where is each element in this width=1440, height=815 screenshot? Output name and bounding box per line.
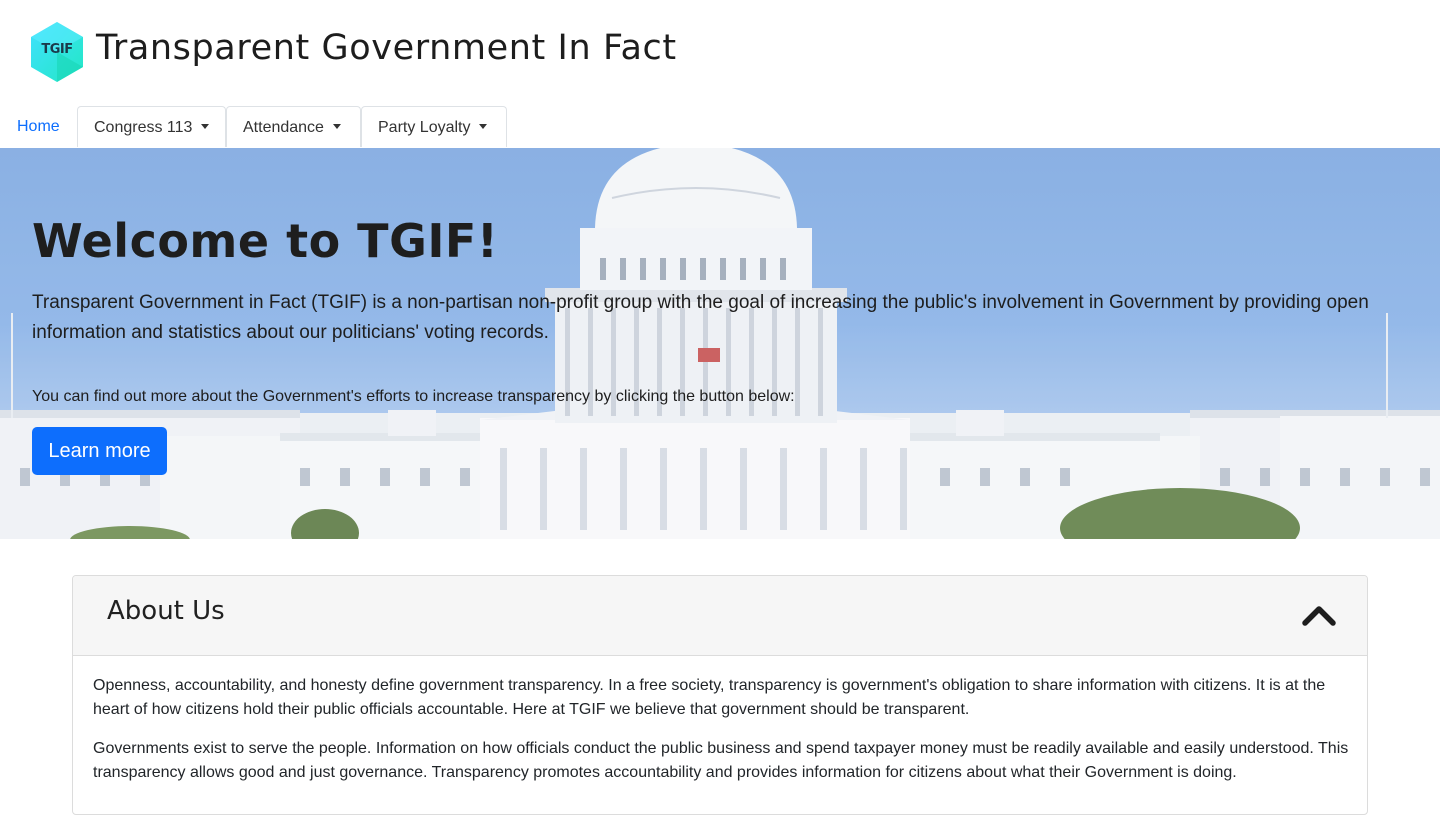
logo-text: TGIF <box>41 42 73 57</box>
about-paragraph: Openness, accountability, and honesty de… <box>93 677 1326 718</box>
site-header: TGIF Transparent Government In Fact <box>0 0 1440 106</box>
about-title: About Us <box>107 596 225 626</box>
about-paragraph: Governments exist to serve the people. I… <box>93 740 1349 781</box>
about-card-header[interactable]: About Us <box>73 576 1367 656</box>
nav-home-link[interactable]: Home <box>0 106 77 147</box>
hero-sub-text: You can find out more about the Governme… <box>32 388 795 405</box>
hero-title: Welcome to TGIF! <box>32 214 499 268</box>
about-card-body: Openness, accountability, and honesty de… <box>93 674 1349 800</box>
nav-dropdown-party-loyalty[interactable]: Party Loyalty <box>361 106 507 147</box>
chevron-up-icon[interactable] <box>1301 602 1337 628</box>
hero-banner: Welcome to TGIF! Transparent Government … <box>0 148 1440 539</box>
nav-dropdown-congress[interactable]: Congress 113 <box>77 106 226 147</box>
nav-dropdown-label: Party Loyalty <box>378 119 471 136</box>
nav-dropdown-attendance[interactable]: Attendance <box>226 106 361 147</box>
site-title: Transparent Government In Fact <box>96 28 677 68</box>
main-nav: Home Congress 113 Attendance Party Loyal… <box>0 106 1440 148</box>
caret-down-icon <box>479 124 488 129</box>
nav-dropdown-label: Congress 113 <box>94 119 193 136</box>
caret-down-icon <box>332 124 341 129</box>
hero-lead-text: Transparent Government in Fact (TGIF) is… <box>32 292 1369 343</box>
nav-dropdown-label: Attendance <box>243 119 324 136</box>
about-card: About Us Openness, accountability, and h… <box>72 575 1368 815</box>
learn-more-button[interactable]: Learn more <box>32 427 167 475</box>
tgif-logo[interactable]: TGIF <box>28 20 86 84</box>
caret-down-icon <box>201 124 210 129</box>
